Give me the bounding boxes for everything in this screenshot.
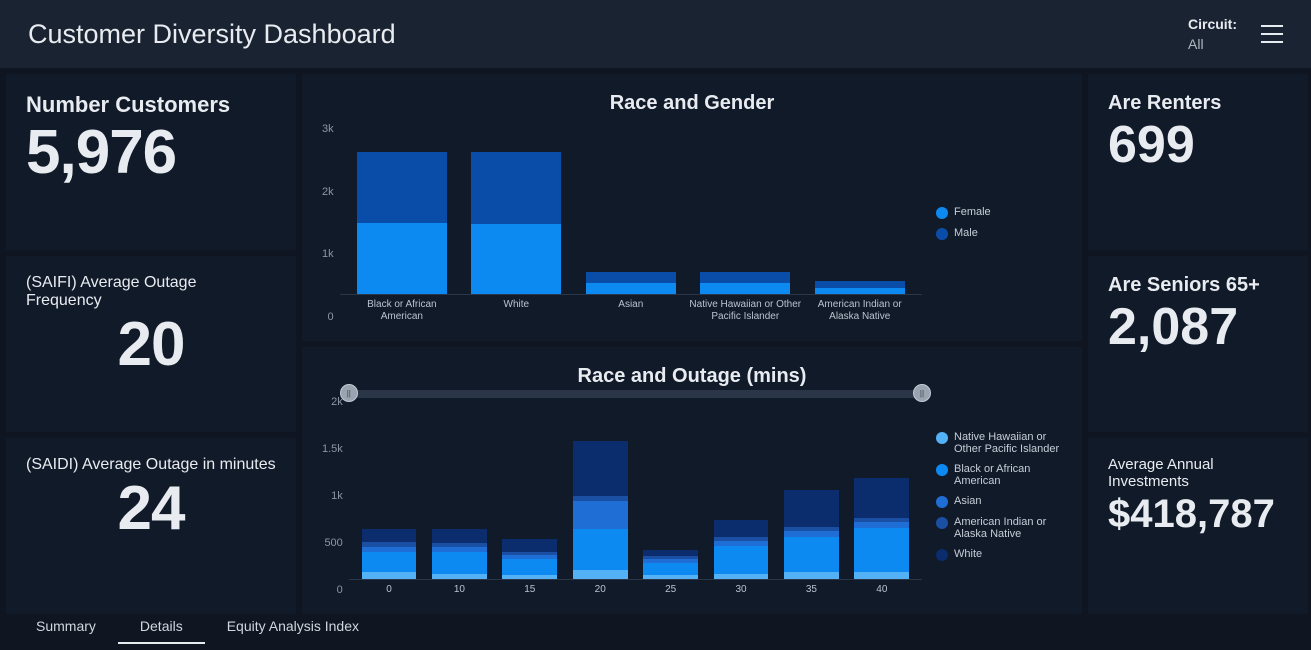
range-slider-track[interactable] [349,390,922,398]
kpi-saifi: (SAIFI) Average Outage Frequency 20 [6,256,296,432]
legend-item-male[interactable]: Male [936,227,1062,240]
kpi-value: 24 [26,478,276,540]
legend-item-white[interactable]: White [936,548,1062,561]
kpi-seniors: Are Seniors 65+ 2,087 [1088,256,1308,432]
kpi-label: Are Seniors 65+ [1108,274,1288,297]
kpi-value: 2,087 [1108,301,1288,353]
chart-race-gender: Race and Gender 3k2k1k0 Black or African… [302,74,1082,341]
bottom-tabs: Summary Details Equity Analysis Index [0,614,1311,644]
kpi-value: 5,976 [26,122,276,184]
kpi-label: Are Renters [1108,92,1288,115]
kpi-investments: Average Annual Investments $418,787 [1088,438,1308,614]
legend-item-asian[interactable]: Asian [936,495,1062,508]
page-title: Customer Diversity Dashboard [28,19,396,50]
kpi-value: 20 [26,314,276,376]
swatch-icon [936,517,948,529]
legend-race-outage: Native Hawaiian or Other Pacific Islande… [922,396,1062,596]
circuit-value: All [1188,36,1237,52]
swatch-icon [936,228,948,240]
legend-item-aian[interactable]: American Indian or Alaska Native [936,516,1062,540]
kpi-label: Average Annual Investments [1108,456,1288,490]
kpi-label: (SAIFI) Average Outage Frequency [26,274,276,310]
legend-item-female[interactable]: Female [936,206,1062,219]
y-axis: 3k2k1k0 [322,123,340,323]
header-bar: Customer Diversity Dashboard Circuit: Al… [0,0,1311,68]
x-axis: 010152025303540 [349,580,922,596]
tab-equity[interactable]: Equity Analysis Index [205,614,381,644]
legend-item-baa[interactable]: Black or African American [936,463,1062,487]
legend-race-gender: Female Male [922,123,1062,323]
circuit-label: Circuit: [1188,16,1237,32]
tab-summary[interactable]: Summary [14,614,118,644]
kpi-renters: Are Renters 699 [1088,74,1308,250]
swatch-icon [936,496,948,508]
swatch-icon [936,207,948,219]
y-axis: 2k1.5k1k5000 [322,396,349,596]
kpi-saidi: (SAIDI) Average Outage in minutes 24 [6,438,296,614]
kpi-value: 699 [1108,119,1288,171]
hamburger-menu-icon[interactable] [1261,25,1283,43]
circuit-filter[interactable]: Circuit: All [1188,16,1237,52]
x-axis: Black or African AmericanWhiteAsianNativ… [340,295,922,323]
swatch-icon [936,432,948,444]
kpi-number-customers: Number Customers 5,976 [6,74,296,250]
chart-title: Race and Gender [322,92,1062,115]
legend-item-nhpi[interactable]: Native Hawaiian or Other Pacific Islande… [936,431,1062,455]
swatch-icon [936,549,948,561]
chart-title: Race and Outage (mins) [322,365,1062,388]
tab-details[interactable]: Details [118,614,205,644]
kpi-label: (SAIDI) Average Outage in minutes [26,456,276,474]
swatch-icon [936,464,948,476]
kpi-label: Number Customers [26,92,276,118]
range-slider-handle-left[interactable]: || [340,384,358,402]
bars-area[interactable]: || || [349,396,922,580]
range-slider-handle-right[interactable]: || [913,384,931,402]
kpi-value: $418,787 [1108,494,1288,534]
bars-area[interactable] [340,123,922,295]
chart-race-outage: Race and Outage (mins) 2k1.5k1k5000 || |… [302,347,1082,614]
